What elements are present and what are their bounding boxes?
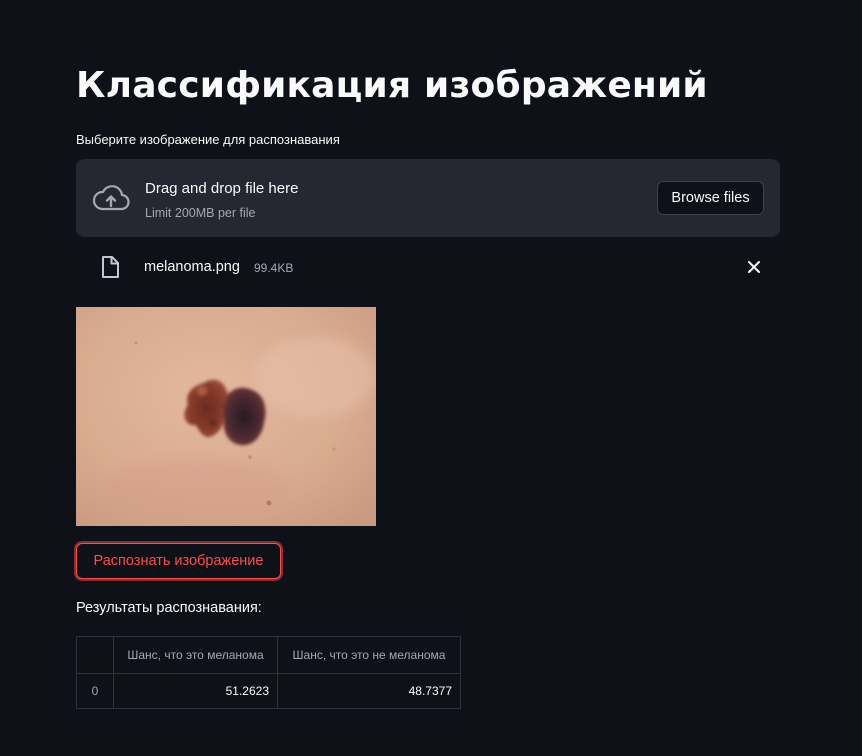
table-cell-melanoma: 51.2623 [113, 673, 278, 709]
close-icon[interactable] [744, 257, 764, 277]
table-header-index[interactable] [76, 636, 114, 674]
file-icon [102, 256, 119, 278]
uploader-label: Выберите изображение для распознавания [76, 132, 340, 147]
page-title: Классификация изображений [76, 65, 708, 106]
table-header-melanoma[interactable]: Шанс, что это меланома [113, 636, 278, 674]
table-cell-not-melanoma: 48.7377 [277, 673, 461, 709]
uploaded-file-row: melanoma.png 99.4KB [76, 252, 780, 282]
file-dropzone[interactable]: Drag and drop file here Limit 200MB per … [76, 159, 780, 237]
cloud-upload-icon [92, 185, 130, 211]
browse-files-button[interactable]: Browse files [657, 181, 764, 215]
table-header-row: Шанс, что это меланома Шанс, что это не … [76, 636, 461, 674]
results-label: Результаты распознавания: [76, 600, 262, 616]
recognize-image-button[interactable]: Распознать изображение [76, 543, 281, 579]
table-header-not-melanoma[interactable]: Шанс, что это не меланома [277, 636, 461, 674]
results-table: Шанс, что это меланома Шанс, что это не … [76, 636, 461, 709]
table-row: 0 51.2623 48.7377 [76, 673, 461, 709]
dropzone-title: Drag and drop file here [145, 180, 299, 197]
dropzone-limit: Limit 200MB per file [145, 206, 256, 220]
skin-lesion-image [76, 307, 376, 526]
file-size: 99.4KB [254, 261, 294, 275]
file-name: melanoma.png [144, 259, 240, 275]
table-cell-index: 0 [76, 673, 114, 709]
